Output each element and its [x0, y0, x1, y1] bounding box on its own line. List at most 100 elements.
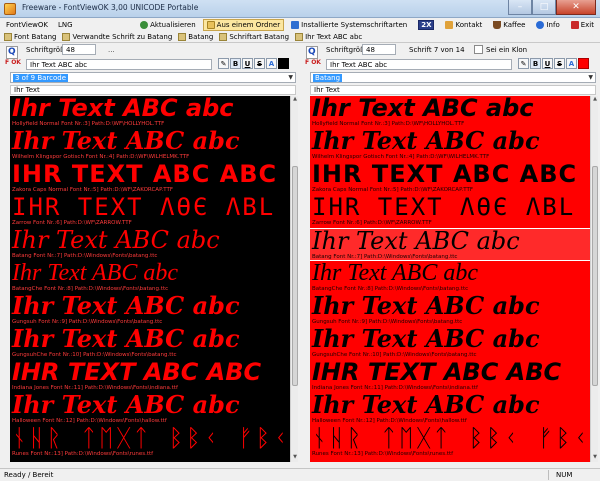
bold-button[interactable]: B — [530, 58, 541, 69]
color-button[interactable]: A — [566, 58, 577, 69]
info-label: Info — [546, 20, 560, 29]
pen-icon[interactable]: ✎ — [518, 58, 529, 69]
from-folder-button[interactable]: Aus einem Ordner — [202, 18, 285, 31]
menu-lng[interactable]: LNG — [56, 21, 75, 29]
scroll-up-icon[interactable]: ▲ — [291, 96, 299, 104]
font-info-label: Gungsuh Font Nr.:9] Path:D:\Windows\Font… — [312, 319, 463, 325]
font-entry[interactable]: Ihr Text ABC abc Halloween Font Nr.:12] P… — [310, 393, 590, 426]
underline-button[interactable]: U — [242, 58, 253, 69]
font-preview-list: Ihr Text ABC abc Hollyfield Normal Font N… — [310, 96, 590, 462]
coffee-icon — [493, 20, 502, 29]
favorite-item[interactable]: Font Batang — [4, 32, 57, 41]
folder-icon — [206, 20, 215, 29]
font-entry[interactable]: Ihr Text ABC abc Gungsuh Font Nr.:9] Path… — [10, 294, 290, 327]
exit-icon — [570, 20, 579, 29]
font-info-label: Hollyfield Normal Font Nr.:3] Path:D:\WF… — [12, 121, 165, 127]
num-lock-indicator: NUM — [556, 471, 573, 479]
app-icon — [4, 3, 16, 15]
preview-scrollbar[interactable]: ▲ ▼ — [590, 96, 598, 462]
font-sample-text: ᚾᚺᚱ ᛏᛖᚷᛏ ᛒᛒᚲ ᚠᛒᚲ — [312, 426, 590, 450]
scroll-thumb[interactable] — [592, 166, 598, 386]
favorite-item[interactable]: Ihr Text ABC abc — [295, 32, 362, 41]
installed-fonts-button[interactable]: Installierte Systemschriftarten — [287, 19, 411, 31]
minimize-button[interactable]: – — [508, 0, 532, 15]
contact-label: Kontakt — [455, 20, 483, 29]
font-entry[interactable]: Ihr Text ABC abc Batang Font Nr.:7] Path:… — [10, 228, 290, 261]
scroll-down-icon[interactable]: ▼ — [591, 454, 599, 462]
maximize-button[interactable]: □ — [532, 0, 556, 15]
favorite-label: Batang — [188, 32, 214, 41]
font-entry[interactable]: Ihr Text ABC abc Wilhelm Klingspor Gotisc… — [310, 129, 590, 162]
windows-icon — [291, 20, 300, 29]
font-combo[interactable]: Batang ▼ — [310, 72, 596, 83]
exit-label: Exit — [580, 20, 594, 29]
font-entry[interactable]: Ihr Text ABC abc BatangChe Font Nr.:8] Pa… — [10, 261, 290, 294]
sample-text-label: Ihr Text — [310, 85, 596, 95]
font-info-label: Indiana Jones Font Nr.:11] Path:D:\Windo… — [312, 385, 478, 391]
font-entry[interactable]: Ihr Text ABC abc GungsuhChe Font Nr.:10] … — [10, 327, 290, 360]
font-sample-text: Ihr Text ABC abc — [12, 327, 240, 351]
font-entry[interactable]: Ihr Text ABC abc Hollyfield Normal Font N… — [10, 96, 290, 129]
font-info-label: GungsuhChe Font Nr.:10] Path:D:\Windows\… — [12, 352, 177, 358]
font-entry[interactable]: Ihr Text ABC abc Gungsuh Font Nr.:9] Path… — [310, 294, 590, 327]
exit-button[interactable]: Exit — [567, 19, 598, 31]
favorite-item[interactable]: Schriftart Batang — [219, 32, 289, 41]
font-entry[interactable]: IHR TEXT ΛϴЄ ΛBL Zarrow Font Nr.:6] Path:… — [310, 195, 590, 228]
info-button[interactable]: Info — [532, 19, 563, 31]
bg-color-button[interactable] — [278, 58, 289, 69]
font-entry[interactable]: IHR TEXT ABC ABC Zakora Caps Normal Font … — [10, 162, 290, 195]
right-text-row: Ihr Text ABC abc ✎ B U S A — [326, 58, 596, 71]
contact-button[interactable]: Kontakt — [441, 19, 486, 31]
bg-color-button[interactable] — [578, 58, 589, 69]
font-sample-text: IHR TEXT ΛϴЄ ΛBL — [312, 195, 576, 219]
font-entry[interactable]: IHR TEXT ΛϴЄ ΛBL Zarrow Font Nr.:6] Path:… — [10, 195, 290, 228]
font-info-label: Halloween Font Nr.:12] Path:D:\Windows\F… — [12, 418, 167, 424]
font-entry[interactable]: ᚾᚺᚱ ᛏᛖᚷᛏ ᛒᛒᚲ ᚠᛒᚲ Runes Font Nr.:13] Path:… — [310, 426, 590, 459]
font-entry[interactable]: Ihr Text ABC abc Hollyfield Normal Font N… — [310, 96, 590, 129]
preview-scrollbar[interactable]: ▲ ▼ — [290, 96, 298, 462]
font-entry[interactable]: ᚾᚺᚱ ᛏᛖᚷᛏ ᛒᛒᚲ ᚠᛒᚲ Runes Font Nr.:13] Path:… — [10, 426, 290, 459]
favorite-label: Font Batang — [14, 32, 57, 41]
font-entry[interactable]: Ihr Text ABC abc GungsuhChe Font Nr.:10] … — [310, 327, 590, 360]
font-entry[interactable]: Ihr Text ABC abc Wilhelm Klingspor Gotisc… — [10, 129, 290, 162]
font-info-label: Indiana Jones Font Nr.:11] Path:D:\Windo… — [12, 385, 178, 391]
window-controls: – □ ✕ — [508, 0, 596, 16]
font-size-input[interactable]: 48 — [362, 44, 396, 55]
font-entry[interactable]: IHR TEXT ABC ABC Zakora Caps Normal Font … — [310, 162, 590, 195]
strikeout-button[interactable]: S — [254, 58, 265, 69]
sample-text-input[interactable]: Ihr Text ABC abc — [326, 59, 512, 70]
update-button[interactable]: Aktualisieren — [136, 19, 200, 31]
font-sample-text: Ihr Text ABC abc — [12, 96, 234, 120]
font-combo[interactable]: 3 of 9 Barcode ▼ — [10, 72, 296, 83]
font-sample-text: IHR TEXT ABC ABC — [312, 162, 578, 186]
font-info-label: Zarrow Font Nr.:6] Path:D:\WF\ZARROW.TTF — [312, 220, 432, 226]
font-entry[interactable]: IHR TEXT ABC ABC Indiana Jones Font Nr.:1… — [10, 360, 290, 393]
bold-button[interactable]: B — [230, 58, 241, 69]
clone-checkbox[interactable] — [474, 45, 483, 54]
scroll-down-icon[interactable]: ▼ — [291, 454, 299, 462]
window-title: Freeware - FontViewOK 3,00 UNICODE Porta… — [22, 3, 199, 12]
font-icon — [295, 32, 304, 41]
chevron-down-icon: ▼ — [288, 74, 293, 81]
scroll-up-icon[interactable]: ▲ — [591, 96, 599, 104]
font-sample-text: Ihr Text ABC abc — [312, 327, 540, 351]
close-button[interactable]: ✕ — [556, 0, 596, 15]
coffee-button[interactable]: Kaffee — [489, 19, 529, 31]
underline-button[interactable]: U — [542, 58, 553, 69]
scroll-thumb[interactable] — [292, 166, 298, 386]
strikeout-button[interactable]: S — [554, 58, 565, 69]
pen-icon[interactable]: ✎ — [218, 58, 229, 69]
font-entry[interactable]: IHR TEXT ABC ABC Indiana Jones Font Nr.:1… — [310, 360, 590, 393]
favorite-item[interactable]: Verwandte Schrift zu Batang — [62, 32, 172, 41]
font-size-more-button[interactable]: ... — [108, 46, 115, 54]
font-entry[interactable]: Ihr Text ABC abc Halloween Font Nr.:12] P… — [10, 393, 290, 426]
font-entry[interactable]: Ihr Text ABC abc Batang Font Nr.:7] Path:… — [310, 228, 590, 261]
sample-text-input[interactable]: Ihr Text ABC abc — [26, 59, 212, 70]
menu-fontviewok[interactable]: FontViewOK — [4, 21, 50, 29]
zoom-button[interactable]: 2X — [414, 19, 438, 31]
status-divider — [548, 470, 549, 480]
favorite-item[interactable]: Batang — [178, 32, 214, 41]
font-entry[interactable]: Ihr Text ABC abc BatangChe Font Nr.:8] Pa… — [310, 261, 590, 294]
color-button[interactable]: A — [266, 58, 277, 69]
font-size-input[interactable]: 48 — [62, 44, 96, 55]
